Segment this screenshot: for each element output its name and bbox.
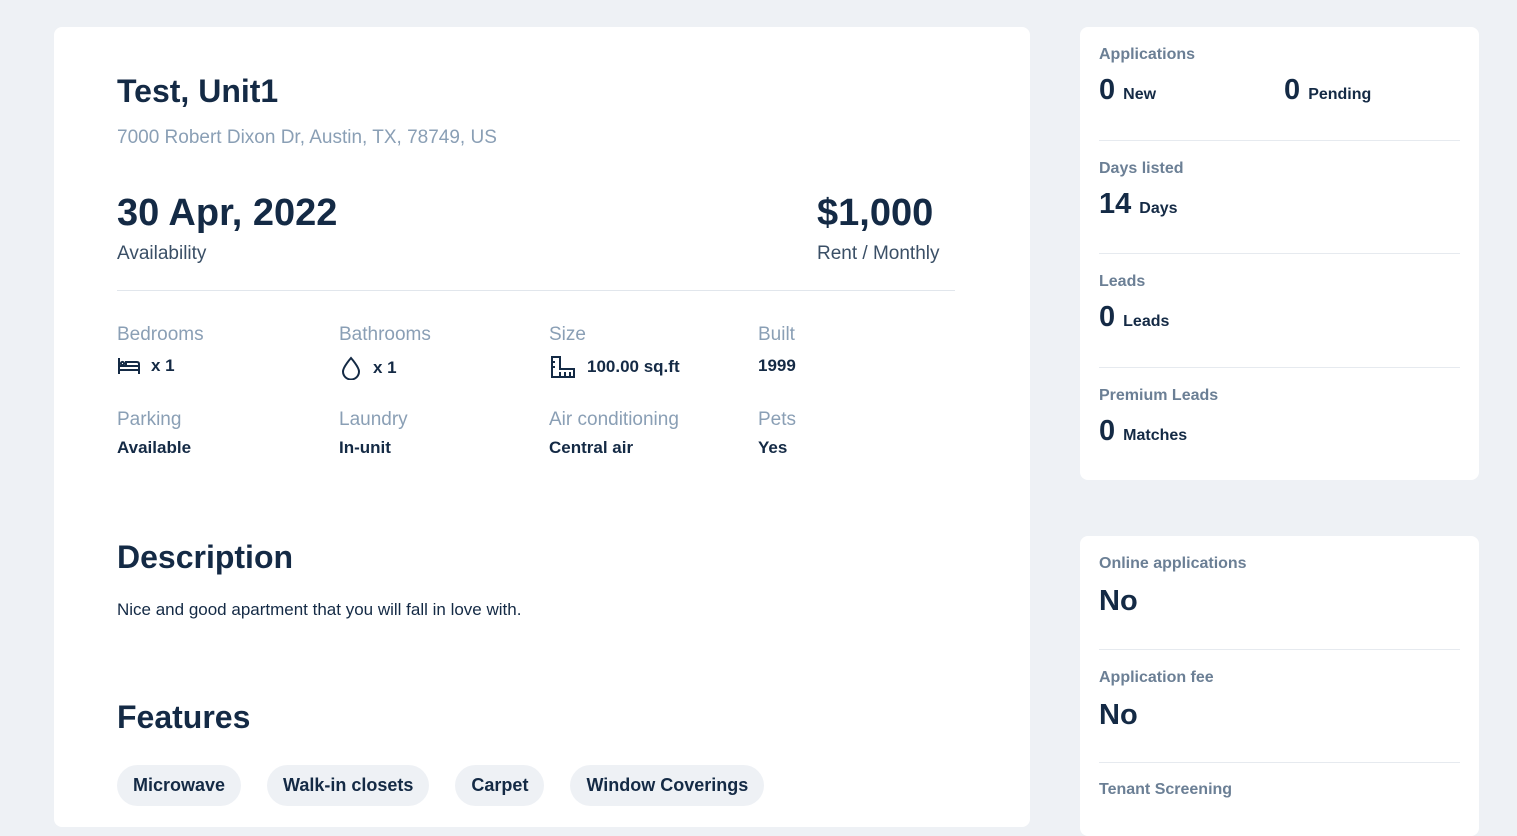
leads-unit: Leads [1123, 313, 1170, 330]
spec-value: x 1 [373, 358, 397, 377]
spec-laundry: Laundry In-unit [339, 409, 408, 458]
divider [117, 290, 955, 291]
tenant-screening-setting: Tenant Screening [1099, 781, 1460, 799]
setting-label: Application fee [1099, 669, 1214, 686]
description-heading: Description [117, 539, 294, 575]
divider [1099, 367, 1460, 368]
spec-pets: Pets Yes [758, 409, 796, 458]
spec-label: Bedrooms [117, 324, 204, 345]
stat-label: Days listed [1099, 160, 1184, 177]
description-text: Nice and good apartment that you will fa… [117, 600, 522, 619]
setting-label: Online applications [1099, 555, 1247, 572]
spec-value: In-unit [339, 438, 391, 457]
spec-value: Central air [549, 438, 634, 457]
stat-label: Applications [1099, 46, 1196, 63]
spec-label: Built [758, 324, 795, 345]
online-applications-setting: Online applications No [1099, 555, 1460, 618]
spec-built: Built 1999 [758, 324, 796, 376]
premium-leads-stat: Premium Leads 0 Matches [1099, 387, 1460, 448]
pending-applications-count: 0 [1284, 74, 1301, 106]
water-drop-icon [339, 356, 363, 380]
divider [1099, 253, 1460, 254]
ruler-icon [549, 356, 577, 378]
days-listed-count: 14 [1099, 188, 1132, 220]
premium-leads-unit: Matches [1123, 427, 1188, 444]
application-fee-setting: Application fee No [1099, 669, 1460, 732]
divider [1099, 649, 1460, 650]
spec-bedrooms: Bedrooms x 1 [117, 324, 204, 376]
spec-bathrooms: Bathrooms x 1 [339, 324, 431, 380]
pending-applications-label: Pending [1308, 86, 1372, 103]
spec-parking: Parking Available [117, 409, 191, 458]
spec-value: 1999 [758, 356, 796, 375]
spec-label: Laundry [339, 409, 408, 430]
setting-value: No [1099, 699, 1138, 731]
days-listed-stat: Days listed 14 Days [1099, 160, 1460, 221]
new-applications-count: 0 [1099, 74, 1116, 106]
rent-label: Rent / Monthly [817, 243, 940, 264]
spec-label: Pets [758, 409, 797, 430]
leads-count: 0 [1099, 301, 1116, 333]
availability-label: Availability [117, 243, 207, 264]
days-listed-unit: Days [1139, 200, 1178, 217]
listing-details-card: Test, Unit1 7000 Robert Dixon Dr, Austin… [54, 27, 1030, 827]
new-applications-label: New [1123, 86, 1157, 103]
spec-value: Available [117, 438, 192, 457]
spec-value: x 1 [151, 356, 175, 375]
spec-label: Air conditioning [549, 409, 679, 430]
applications-stat: Applications 0 New 0 Pending [1099, 46, 1460, 107]
spec-label: Parking [117, 409, 182, 430]
spec-air-conditioning: Air conditioning Central air [549, 409, 679, 458]
spec-size: Size 100.00 sq.ft [549, 324, 680, 378]
spec-value: 100.00 sq.ft [587, 357, 680, 376]
rent-amount: $1,000 [817, 192, 934, 234]
spec-label: Bathrooms [339, 324, 431, 345]
setting-value: No [1099, 585, 1138, 617]
bed-icon [117, 356, 141, 376]
spec-label: Size [549, 324, 586, 345]
leads-stat: Leads 0 Leads [1099, 273, 1460, 334]
stat-label: Leads [1099, 273, 1146, 290]
listing-stats-card: Applications 0 New 0 Pending Days listed… [1080, 27, 1479, 480]
spec-value: Yes [758, 438, 788, 457]
features-heading: Features [117, 699, 251, 735]
listing-settings-card: Online applications No Application fee N… [1080, 536, 1479, 836]
unit-title: Test, Unit1 [117, 73, 279, 109]
divider [1099, 762, 1460, 763]
unit-address: 7000 Robert Dixon Dr, Austin, TX, 78749,… [117, 127, 497, 148]
premium-leads-count: 0 [1099, 415, 1116, 447]
setting-label: Tenant Screening [1099, 781, 1233, 798]
stat-label: Premium Leads [1099, 387, 1219, 404]
divider [1099, 140, 1460, 141]
availability-date: 30 Apr, 2022 [117, 192, 338, 234]
